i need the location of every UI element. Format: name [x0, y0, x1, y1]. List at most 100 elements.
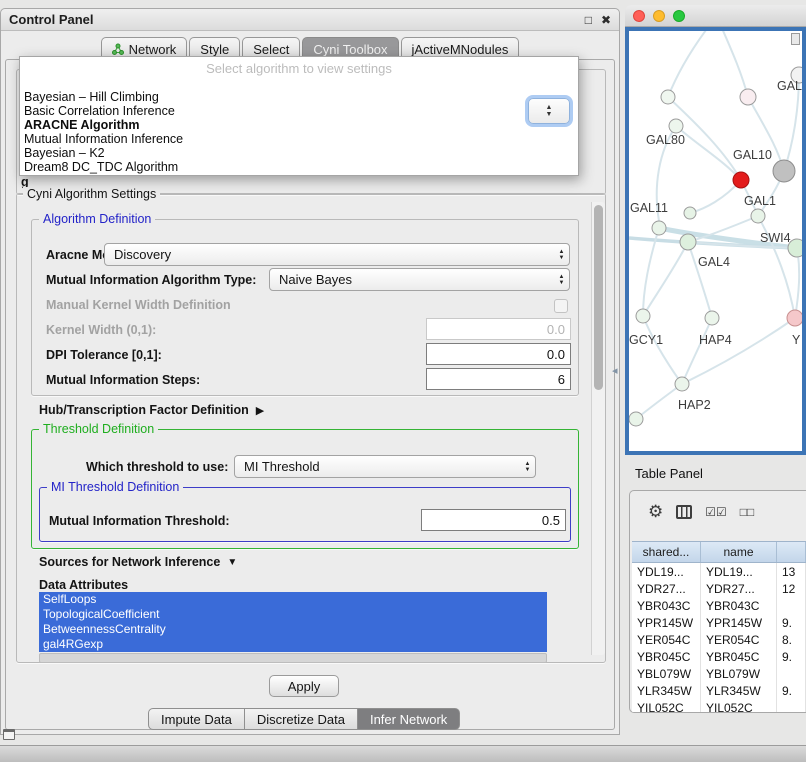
mi-type-select[interactable]: Naive Bayes ▲▼ — [269, 268, 570, 291]
table-row[interactable]: YBR043CYBR043C — [632, 597, 806, 614]
dpi-tolerance-input[interactable] — [426, 343, 571, 365]
algorithm-combo-stepper[interactable]: ▲ ▼ — [528, 98, 570, 124]
network-view-window: GAL GAL80 GAL10 GAL11 GAL1 SWI4 GAL4 GCY… — [625, 5, 806, 455]
mi-steps-label: Mutual Information Steps: — [46, 373, 200, 387]
algorithm-definition-title: Algorithm Definition — [39, 212, 155, 226]
algorithm-option[interactable]: Bayesian – K2 — [23, 146, 575, 160]
control-panel-titlebar: Control Panel □ ✖ — [1, 9, 619, 31]
node-unlabeled[interactable] — [684, 207, 696, 219]
table-header: shared... name — [632, 541, 806, 563]
table-panel-window: ⚙ ☑☑ □□ shared... name YDL19...YDL19...1… — [629, 490, 806, 713]
mi-steps-input[interactable] — [426, 368, 571, 390]
which-threshold-select[interactable]: MI Threshold ▲▼ — [234, 455, 536, 478]
mi-type-value: Naive Bayes — [270, 272, 554, 287]
node-label: GAL80 — [646, 133, 685, 147]
table-row[interactable]: YDR27...YDR27...12 — [632, 580, 806, 597]
table-body: YDL19...YDL19...13 YDR27...YDR27...12 YB… — [632, 563, 806, 712]
close-window-icon[interactable]: ✖ — [601, 13, 611, 27]
sources-section-label: Sources for Network Inference — [39, 555, 220, 569]
node-gal4[interactable] — [680, 234, 696, 250]
node-label: GAL1 — [744, 194, 776, 208]
node-gcy1[interactable] — [636, 309, 650, 323]
column-header-partial[interactable] — [777, 542, 806, 562]
node-label: GAL4 — [698, 255, 730, 269]
tab-infer-network[interactable]: Infer Network — [358, 708, 460, 730]
node-pink[interactable] — [787, 310, 802, 326]
node-hap4[interactable] — [705, 311, 719, 325]
mi-threshold-label: Mutual Information Threshold: — [49, 514, 230, 528]
table-row[interactable]: YBL079WYBL079W — [632, 665, 806, 682]
cyni-bottom-tabbar: Impute Data Discretize Data Infer Networ… — [148, 708, 460, 730]
apply-button[interactable]: Apply — [269, 675, 339, 697]
status-bar — [0, 745, 806, 762]
combo-stepper-icon: ▲▼ — [520, 456, 535, 477]
data-attributes-list: SelfLoops TopologicalCoefficient Between… — [39, 592, 547, 652]
sources-section-toggle[interactable]: Sources for Network Inference ▼ — [39, 555, 237, 569]
node-unlabeled[interactable] — [629, 412, 643, 426]
table-row[interactable]: YDL19...YDL19...13 — [632, 563, 806, 580]
node-label: GAL10 — [733, 148, 772, 162]
settings-scrollbar[interactable] — [591, 202, 605, 655]
list-item-topologicalcoefficient[interactable]: TopologicalCoefficient — [39, 607, 547, 622]
deselect-all-icon[interactable]: □□ — [740, 505, 755, 519]
column-header-name[interactable]: name — [701, 542, 777, 562]
show-columns-icon[interactable] — [676, 505, 692, 519]
gear-icon[interactable]: ⚙ — [648, 503, 663, 521]
window-title: Control Panel — [9, 12, 94, 27]
list-item-betweennesscentrality[interactable]: BetweennessCentrality — [39, 622, 547, 637]
node-label: GAL — [777, 79, 802, 93]
network-graph[interactable]: GAL GAL80 GAL10 GAL11 GAL1 SWI4 GAL4 GCY… — [629, 31, 802, 451]
algorithm-option[interactable]: Mutual Information Inference — [23, 132, 575, 146]
which-threshold-label: Which threshold to use: — [86, 460, 228, 474]
minimize-button[interactable] — [653, 10, 665, 22]
close-button[interactable] — [633, 10, 645, 22]
column-header-shared-name[interactable]: shared... — [632, 542, 701, 562]
manual-kernel-label: Manual Kernel Width Definition — [46, 298, 231, 312]
mi-threshold-group-title: MI Threshold Definition — [47, 480, 183, 494]
node-unlabeled[interactable] — [740, 89, 756, 105]
node-label: GCY1 — [629, 333, 663, 347]
hub-section-toggle[interactable]: Hub/Transcription Factor Definition ▶ — [39, 403, 264, 417]
list-horizontal-scrollbar[interactable] — [39, 653, 547, 663]
table-row[interactable]: YLR345WYLR345W9. — [632, 682, 806, 699]
kernel-width-input — [426, 318, 571, 340]
select-all-icon[interactable]: ☑☑ — [705, 505, 727, 519]
list-item-gal4rgexp[interactable]: gal4RGexp — [39, 637, 547, 652]
node-gal11[interactable] — [652, 221, 666, 235]
algorithm-option-selected[interactable]: ARACNE Algorithm — [23, 118, 575, 132]
mi-threshold-input[interactable] — [421, 509, 566, 531]
network-canvas-frame: GAL GAL80 GAL10 GAL11 GAL1 SWI4 GAL4 GCY… — [625, 27, 806, 455]
aracne-mode-value: Discovery — [105, 247, 554, 262]
table-row[interactable]: YBR045CYBR045C9. — [632, 648, 806, 665]
aracne-mode-select[interactable]: Discovery ▲▼ — [104, 243, 570, 266]
node-label: HAP2 — [678, 398, 711, 412]
algorithm-option[interactable]: Bayesian – Hill Climbing — [23, 90, 575, 104]
node-gal1[interactable] — [751, 209, 765, 223]
table-row[interactable]: YPR145WYPR145W9. — [632, 614, 806, 631]
node-gal80[interactable] — [669, 119, 683, 133]
tab-impute-data[interactable]: Impute Data — [148, 708, 245, 730]
float-window-icon[interactable]: □ — [585, 13, 592, 27]
restore-panel-icon[interactable] — [3, 729, 15, 740]
tab-discretize-data[interactable]: Discretize Data — [245, 708, 358, 730]
spinner-up-icon: ▲ — [546, 104, 553, 111]
table-panel-title: Table Panel — [635, 466, 703, 481]
algorithm-option[interactable]: Dream8 DC_TDC Algorithm — [23, 160, 575, 174]
network-window-titlebar — [625, 5, 806, 27]
splitter-collapse-icon[interactable]: ◂ — [612, 364, 618, 377]
zoom-button[interactable] — [673, 10, 685, 22]
node-hap2[interactable] — [675, 377, 689, 391]
table-row[interactable]: YIL052CYIL052C — [632, 699, 806, 712]
table-row[interactable]: YER054CYER054C8. — [632, 631, 806, 648]
data-attributes-label: Data Attributes — [39, 578, 128, 592]
node-gal10-highlighted[interactable] — [733, 172, 749, 188]
combo-stepper-icon: ▲▼ — [554, 244, 569, 265]
list-item-selfloops[interactable]: SelfLoops — [39, 592, 547, 607]
hub-section-label: Hub/Transcription Factor Definition — [39, 403, 249, 417]
algorithm-dropdown-popup: Select algorithm to view settings Bayesi… — [19, 56, 579, 176]
node-large-gray[interactable] — [773, 160, 795, 182]
node-unlabeled[interactable] — [661, 90, 675, 104]
algorithm-option[interactable]: Basic Correlation Inference — [23, 104, 575, 118]
settings-scrollbar-thumb[interactable] — [594, 205, 603, 390]
collapsed-arrow-icon: ▶ — [256, 404, 264, 417]
